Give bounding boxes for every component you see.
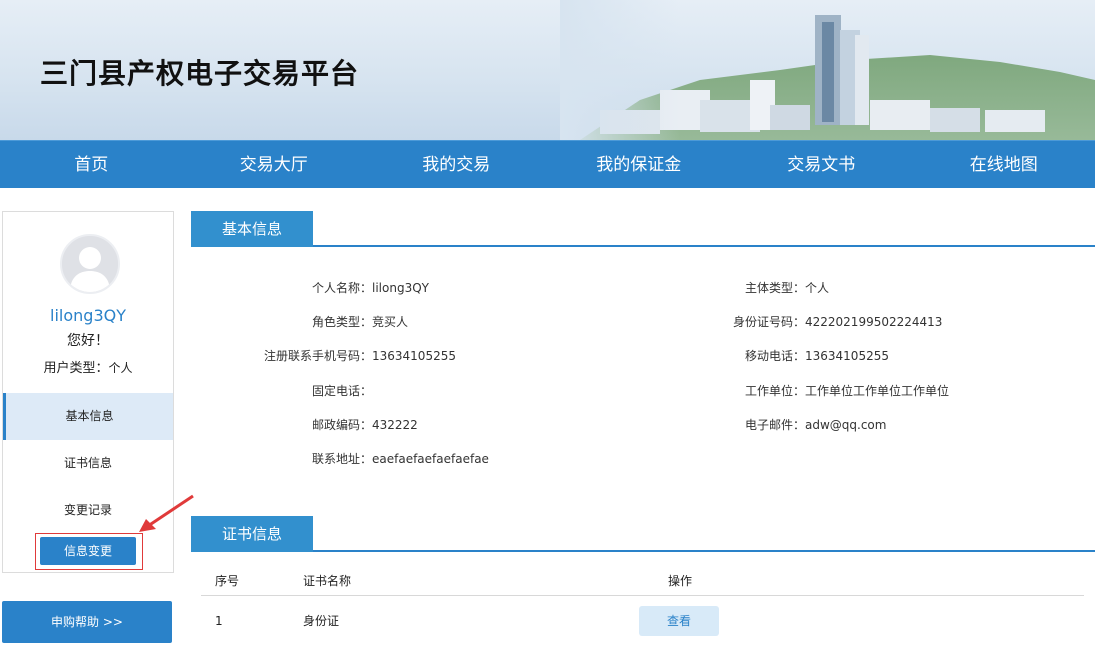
- info-label: 身份证号码：: [732, 315, 805, 329]
- basic-info-header: 基本信息: [191, 211, 1095, 247]
- info-row: 角色类型：竞买人: [191, 313, 408, 330]
- banner: 三门县产权电子交易平台: [0, 0, 1095, 140]
- info-value: 13634105255: [805, 349, 889, 363]
- info-row: 电子邮件：adw@qq.com: [624, 416, 886, 433]
- info-label: 电子邮件：: [744, 418, 805, 432]
- info-value: 422202199502224413: [805, 315, 943, 329]
- info-row: 联系地址：eaefaefaefaefaefae: [191, 450, 489, 467]
- info-row: 身份证号码：422202199502224413: [624, 313, 942, 330]
- user-placeholder-icon: [62, 236, 118, 292]
- info-value: 竞买人: [372, 315, 409, 329]
- info-value: 工作单位工作单位工作单位: [805, 384, 950, 398]
- info-row: 主体类型：个人: [624, 279, 829, 296]
- certificate-info-title: 证书信息: [191, 516, 313, 552]
- row-certificate-name: 身份证: [303, 614, 340, 628]
- info-row: 移动电话：13634105255: [624, 347, 889, 364]
- column-header-name: 证书名称: [303, 574, 352, 588]
- view-button[interactable]: 查看: [639, 606, 719, 636]
- info-label: 角色类型：: [311, 315, 372, 329]
- user-type-value: 个人: [108, 361, 133, 375]
- nav-home[interactable]: 首页: [0, 141, 183, 188]
- info-row: 固定电话：: [191, 382, 372, 399]
- nav-my-deposit[interactable]: 我的保证金: [548, 141, 731, 188]
- nav-trading-hall[interactable]: 交易大厅: [183, 141, 366, 188]
- basic-info-title: 基本信息: [191, 211, 313, 247]
- table-row: 1 身份证 查看: [201, 606, 1084, 636]
- username: lilong3QY: [50, 306, 126, 325]
- info-row: 工作单位：工作单位工作单位工作单位: [624, 382, 949, 399]
- info-value: eaefaefaefaefaefae: [372, 452, 489, 466]
- nav-trade-documents[interactable]: 交易文书: [730, 141, 913, 188]
- info-label: 邮政编码：: [311, 418, 372, 432]
- info-label: 主体类型：: [744, 281, 805, 295]
- row-index: 1: [215, 614, 223, 628]
- info-value: adw@qq.com: [805, 418, 887, 432]
- sidebar-item-basic-info[interactable]: 基本信息: [3, 393, 173, 440]
- info-value: lilong3QY: [372, 281, 429, 295]
- annotation-arrow-icon: [139, 494, 194, 532]
- nav-my-trades[interactable]: 我的交易: [365, 141, 548, 188]
- avatar: [60, 234, 120, 294]
- info-row: 个人名称：lilong3QY: [191, 279, 429, 296]
- greeting: 您好！: [67, 333, 109, 349]
- certificate-info-header: 证书信息: [191, 516, 1095, 552]
- main-nav: 首页 交易大厅 我的交易 我的保证金 交易文书 在线地图: [0, 140, 1095, 188]
- info-label: 注册联系手机号码：: [263, 349, 372, 363]
- info-label: 工作单位：: [744, 384, 805, 398]
- info-label: 固定电话：: [311, 384, 372, 398]
- sidebar-item-certificates[interactable]: 证书信息: [3, 440, 173, 487]
- info-label: 联系地址：: [311, 452, 372, 466]
- certificate-table-header: 序号 证书名称 操作: [201, 572, 1084, 596]
- user-type-label: 用户类型：: [43, 361, 109, 376]
- nav-online-map[interactable]: 在线地图: [913, 141, 1095, 188]
- info-change-button[interactable]: 信息变更: [40, 537, 136, 565]
- info-value: 432222: [372, 418, 418, 432]
- user-type: 用户类型：个人: [3, 357, 173, 376]
- info-row: 邮政编码：432222: [191, 416, 418, 433]
- site-title: 三门县产权电子交易平台: [40, 57, 360, 90]
- info-value: 13634105255: [372, 349, 456, 363]
- column-header-index: 序号: [215, 574, 240, 588]
- change-button-highlight: 信息变更: [35, 533, 143, 570]
- column-header-action: 操作: [668, 574, 693, 588]
- info-label: 移动电话：: [744, 349, 805, 363]
- info-value: 个人: [805, 281, 830, 295]
- info-row: 注册联系手机号码：13634105255: [191, 347, 456, 364]
- purchase-help-button[interactable]: 申购帮助 >>: [2, 601, 172, 643]
- info-label: 个人名称：: [311, 281, 372, 295]
